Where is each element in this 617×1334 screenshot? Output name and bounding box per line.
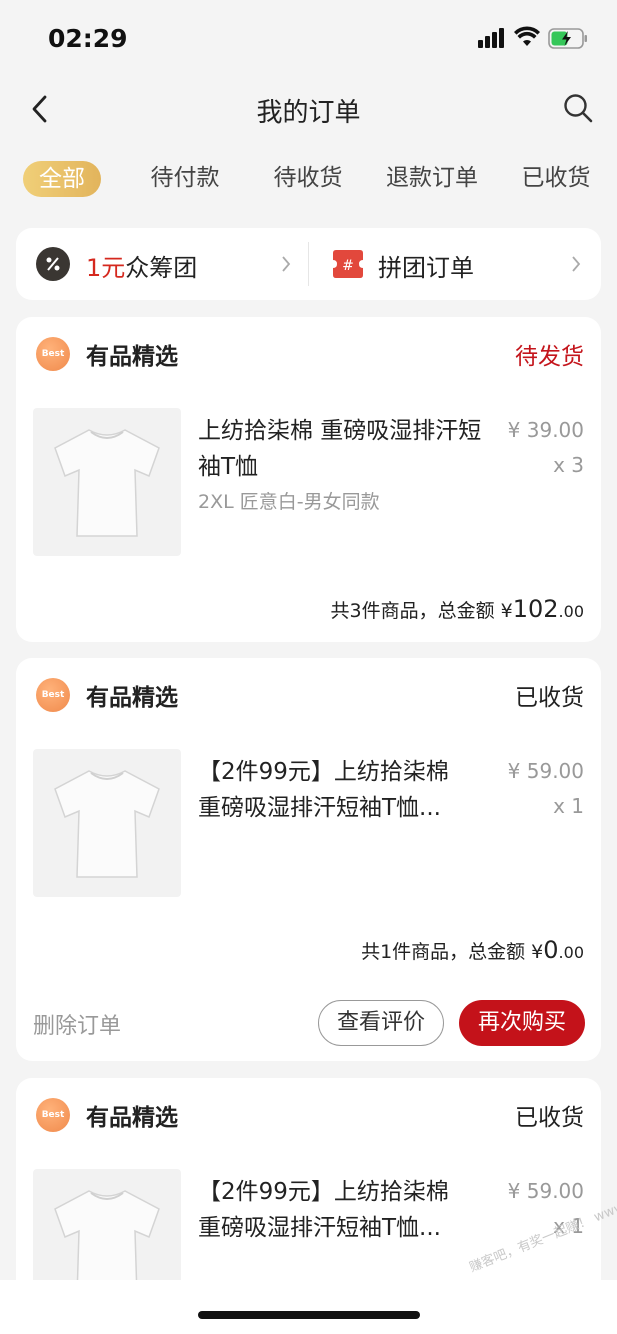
item-spec: 2XL 匠意白-男女同款 (198, 491, 380, 513)
promo-card: 1元众筹团 # 拼团订单 (16, 228, 601, 300)
bottom-safe-area (0, 1280, 617, 1334)
crowdfund-label: 众筹团 (125, 254, 198, 282)
wifi-icon (514, 26, 540, 46)
total-cents: .00 (558, 943, 584, 962)
tab-refund-orders[interactable]: 退款订单 (384, 158, 480, 198)
status-time: 02:29 (48, 24, 128, 53)
order-card[interactable]: Best 有品精选 待发货 上纺拾柒棉 重磅吸湿排汗短袖T恤 2XL 匠意白-男… (16, 317, 601, 642)
shop-name[interactable]: 有品精选 (86, 678, 178, 712)
order-status: 已收货 (515, 1105, 584, 1131)
page-title: 我的订单 (256, 98, 361, 128)
view-review-button[interactable]: 查看评价 (318, 1000, 444, 1046)
item-price: ¥ 59.00 (507, 759, 584, 783)
buy-again-button[interactable]: 再次购买 (459, 1000, 585, 1046)
divider (308, 242, 309, 286)
crowdfund-link[interactable]: 1元众筹团 (86, 248, 197, 283)
tab-pending-receipt[interactable]: 待收货 (268, 158, 348, 198)
group-icon: # (333, 250, 363, 278)
search-icon[interactable] (562, 92, 594, 124)
shop-badge-icon: Best (36, 678, 70, 712)
item-price: ¥ 59.00 (507, 1179, 584, 1203)
chevron-right-icon (572, 256, 581, 272)
tab-received[interactable]: 已收货 (516, 158, 596, 198)
delete-order-link[interactable]: 删除订单 (33, 1008, 121, 1040)
item-title[interactable]: 上纺拾柒棉 重磅吸湿排汗短袖T恤 (198, 413, 498, 485)
crowdfund-highlight: 1元 (86, 254, 126, 282)
total-amount: 0 (543, 936, 559, 964)
order-summary: 共1件商品，总金额 ¥0.00 (361, 936, 584, 964)
svg-text:#: # (342, 258, 354, 274)
item-title-line-1: 【2件99元】上纺拾柒棉 (198, 1179, 449, 1205)
tshirt-icon (54, 770, 160, 878)
nav-bar: 我的订单 (0, 78, 617, 142)
product-thumbnail[interactable] (33, 408, 181, 556)
summary-text: 共1件商品，总金额 (361, 941, 526, 963)
item-title[interactable]: 【2件99元】上纺拾柒棉 重磅吸湿排汗短袖T恤... (198, 1174, 498, 1246)
order-status: 已收货 (515, 685, 584, 711)
total-currency: ¥ (531, 941, 544, 963)
item-quantity: x 3 (553, 453, 584, 477)
group-orders-link[interactable]: 拼团订单 (378, 248, 474, 283)
tab-pending-payment[interactable]: 待付款 (146, 158, 224, 198)
battery-icon (548, 28, 587, 49)
home-indicator[interactable] (198, 1311, 420, 1319)
total-currency: ¥ (500, 600, 513, 622)
item-title[interactable]: 【2件99元】上纺拾柒棉 重磅吸湿排汗短袖T恤... (198, 754, 498, 826)
item-price: ¥ 39.00 (507, 418, 584, 442)
item-title-line-2: 重磅吸湿排汗短袖T恤... (198, 1215, 441, 1241)
signal-icon (478, 28, 506, 48)
item-title-line-1: 【2件99元】上纺拾柒棉 (198, 759, 449, 785)
chevron-right-icon (282, 256, 291, 272)
shop-badge-icon: Best (36, 1098, 70, 1132)
shop-name[interactable]: 有品精选 (86, 1098, 178, 1132)
order-summary: 共3件商品，总金额 ¥102.00 (331, 595, 584, 623)
order-status: 待发货 (515, 344, 584, 370)
order-card[interactable]: Best 有品精选 已收货 【2件99元】上纺拾柒棉 重磅吸湿排汗短袖T恤...… (16, 658, 601, 1061)
total-amount: 102 (512, 595, 559, 623)
order-tabs: 全部 待付款 待收货 退款订单 已收货 (0, 158, 617, 200)
tab-all[interactable]: 全部 (23, 161, 101, 197)
summary-text: 共3件商品，总金额 (330, 600, 495, 622)
status-bar: 02:29 (0, 0, 617, 78)
tshirt-icon (54, 429, 160, 537)
crowdfund-icon (36, 247, 70, 281)
product-thumbnail[interactable] (33, 749, 181, 897)
total-cents: .00 (558, 602, 584, 621)
item-title-line-2: 重磅吸湿排汗短袖T恤... (198, 795, 441, 821)
shop-name[interactable]: 有品精选 (86, 337, 178, 371)
shop-badge-icon: Best (36, 337, 70, 371)
item-quantity: x 1 (553, 794, 584, 818)
